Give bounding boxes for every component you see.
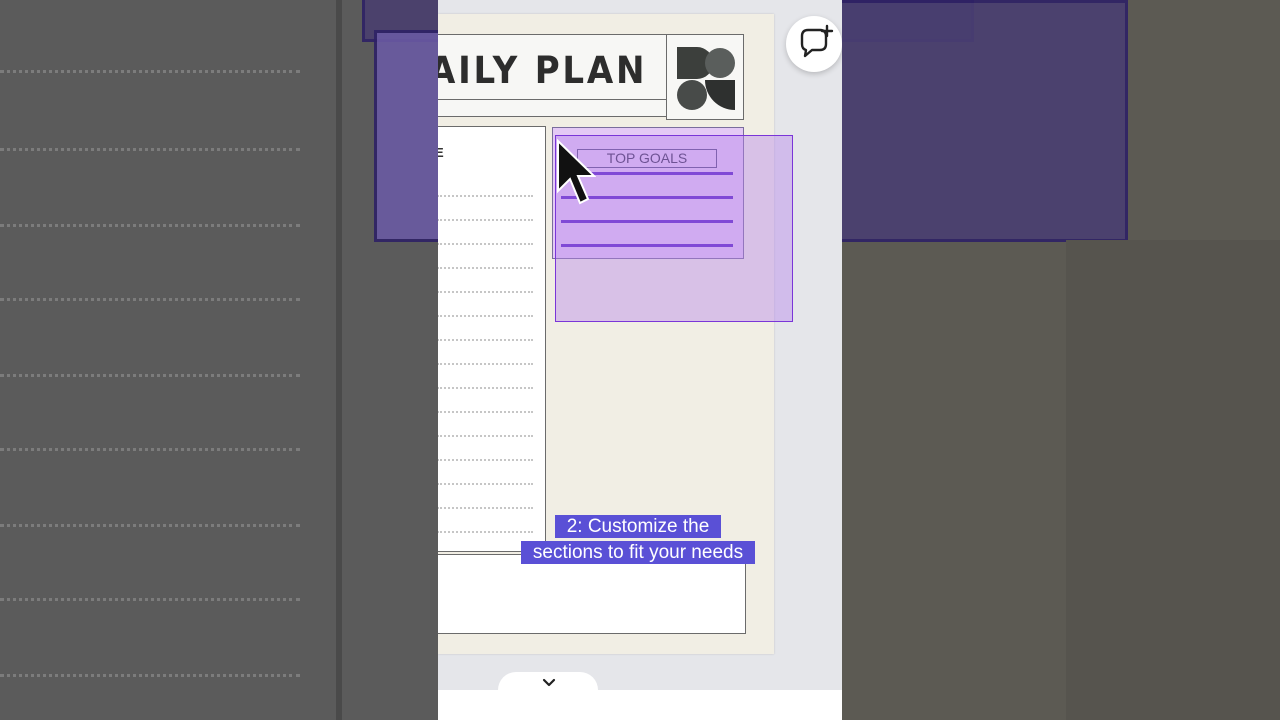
- blurred-text-row: [0, 298, 300, 305]
- blurred-text-row: [0, 224, 300, 231]
- blurred-text-row: [0, 598, 300, 605]
- schedule-row: [438, 459, 533, 461]
- blurred-text-row: [0, 448, 300, 455]
- blurred-text-row: [0, 70, 300, 77]
- right-backdrop: [842, 0, 1280, 720]
- schedule-header: E: [438, 145, 444, 160]
- schedule-row: [438, 483, 533, 485]
- schedule-row: [438, 243, 533, 245]
- schedule-panel[interactable]: E: [438, 126, 546, 552]
- caption-line-2: sections to fit your needs: [520, 541, 756, 564]
- schedule-row: [438, 339, 533, 341]
- schedule-row: [438, 291, 533, 293]
- title-box[interactable]: AILY PLAN: [438, 34, 668, 100]
- editor-viewport[interactable]: AILY PLAN E E: [438, 0, 842, 720]
- schedule-row: [438, 219, 533, 221]
- schedule-row: [438, 435, 533, 437]
- schedule-row: [438, 267, 533, 269]
- caption-line-1: 2: Customize the: [554, 515, 722, 538]
- blurred-region: [1066, 240, 1280, 720]
- logo-box[interactable]: [666, 34, 744, 120]
- schedule-row: [438, 411, 533, 413]
- schedule-row: [438, 195, 533, 197]
- add-comment-button[interactable]: [786, 16, 842, 72]
- blurred-selection: [842, 0, 1128, 242]
- blurred-text-row: [0, 148, 300, 155]
- backdrop-divider: [336, 0, 342, 720]
- blurred-text-row: [0, 674, 300, 681]
- schedule-row: [438, 315, 533, 317]
- mouse-pointer-icon: [557, 139, 596, 205]
- chevron-down-icon[interactable]: [539, 676, 559, 690]
- blurred-text-row: [0, 524, 300, 531]
- title-subtitle-box[interactable]: E: [438, 100, 668, 117]
- step-caption: 2: Customize the sections to fit your ne…: [506, 514, 770, 566]
- page-title: AILY PLAN: [438, 49, 648, 92]
- comment-add-icon: [800, 24, 834, 58]
- blurred-text-row: [0, 374, 300, 381]
- schedule-row: [438, 363, 533, 365]
- geometric-shapes-logo: [677, 47, 735, 110]
- notes-panel[interactable]: [438, 554, 746, 634]
- left-backdrop: [0, 0, 438, 720]
- schedule-row: [438, 387, 533, 389]
- schedule-row: [438, 507, 533, 509]
- blurred-selection: [374, 30, 438, 242]
